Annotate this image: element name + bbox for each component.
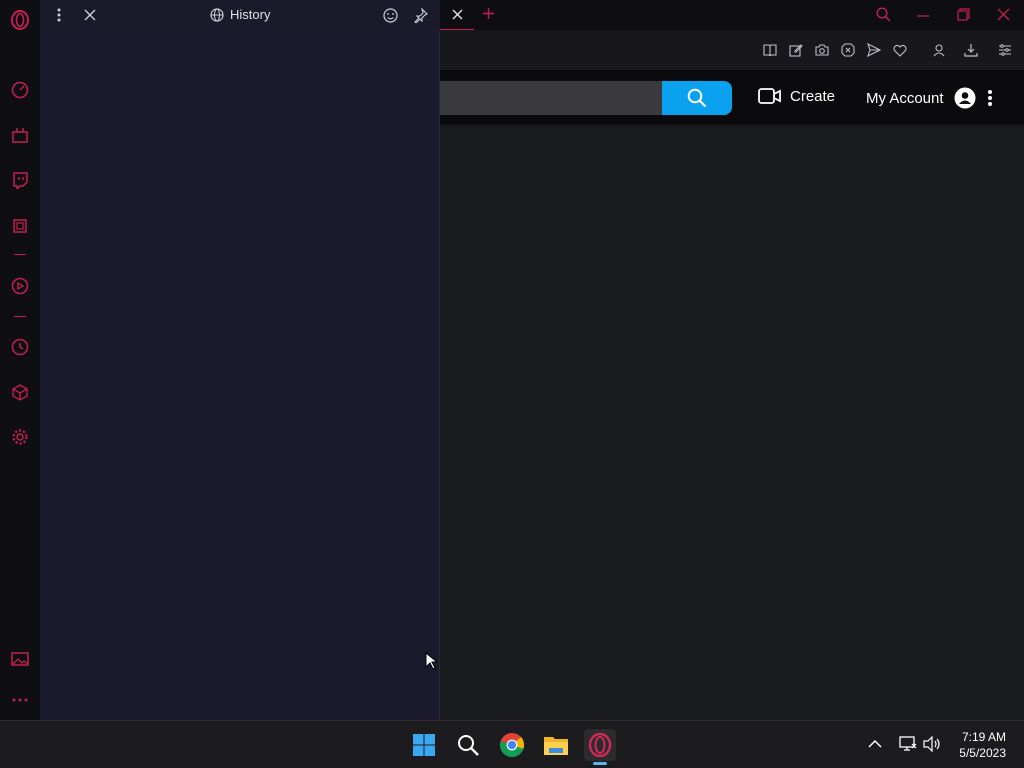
- taskbar-search-icon[interactable]: [452, 729, 484, 761]
- settings-gear-icon[interactable]: [9, 426, 31, 448]
- rail-divider: [14, 316, 26, 317]
- my-account-button[interactable]: My Account: [866, 87, 992, 109]
- download-icon[interactable]: [963, 42, 979, 58]
- chevron-up-icon[interactable]: [868, 739, 882, 748]
- file-explorer-icon[interactable]: [540, 729, 572, 761]
- profile-icon[interactable]: [931, 42, 947, 58]
- new-tab-plus-icon[interactable]: [482, 7, 495, 20]
- speed-dial-icon[interactable]: [9, 79, 31, 101]
- player-icon[interactable]: [9, 275, 31, 297]
- create-button[interactable]: Create: [758, 87, 835, 105]
- tab-bar: [440, 0, 1024, 30]
- wallpaper-icon[interactable]: [9, 648, 31, 670]
- reader-book-icon[interactable]: [762, 42, 778, 58]
- site-search-input[interactable]: [440, 81, 662, 115]
- video-camera-icon: [758, 87, 782, 105]
- network-icon[interactable]: [899, 736, 917, 752]
- opera-logo-icon[interactable]: [9, 9, 31, 31]
- active-app-indicator: [593, 762, 607, 765]
- tab-search-icon[interactable]: [876, 7, 891, 22]
- more-options-icon[interactable]: [9, 689, 31, 711]
- site-search-button[interactable]: [662, 81, 732, 115]
- opera-gx-taskbar-icon[interactable]: [584, 729, 616, 765]
- adblock-shield-icon[interactable]: [840, 42, 856, 58]
- gx-corner-icon[interactable]: [9, 124, 31, 146]
- globe-icon: [210, 7, 224, 22]
- twitch-icon[interactable]: [9, 169, 31, 191]
- windows-start-icon[interactable]: [408, 729, 440, 761]
- send-flow-icon[interactable]: [866, 42, 882, 58]
- heart-bookmark-icon[interactable]: [892, 42, 908, 58]
- my-account-label: My Account: [866, 89, 944, 107]
- rail-divider: [14, 254, 26, 255]
- clock-time: 7:19 AM: [961, 730, 1006, 744]
- sidebar-rail: [0, 0, 40, 720]
- emoji-icon[interactable]: [381, 6, 399, 24]
- edit-pencil-icon[interactable]: [788, 42, 804, 58]
- camera-snapshot-icon[interactable]: [814, 42, 830, 58]
- panel-title-text: History: [230, 7, 271, 22]
- tab-close-icon[interactable]: [452, 9, 463, 20]
- tab-active[interactable]: [440, 0, 474, 30]
- extensions-icon[interactable]: [9, 381, 31, 403]
- history-panel-header: History: [40, 0, 440, 30]
- user-avatar-icon: [954, 87, 976, 109]
- windows-taskbar: 7:19 AM 5/5/2023: [0, 720, 1024, 768]
- history-icon[interactable]: [9, 336, 31, 358]
- volume-icon[interactable]: [923, 736, 941, 752]
- minimize-icon[interactable]: [917, 14, 929, 18]
- browser-toolbar: [440, 30, 1024, 70]
- restore-window-icon[interactable]: [957, 8, 970, 21]
- panel-title: History: [210, 7, 270, 22]
- mouse-pointer-icon: [425, 652, 437, 670]
- account-more-kebab-icon[interactable]: [987, 89, 992, 107]
- panel-menu-kebab-icon[interactable]: [50, 6, 68, 24]
- easy-setup-menu-icon[interactable]: [997, 42, 1013, 58]
- page-content: [440, 127, 1024, 720]
- history-panel: History: [40, 0, 440, 720]
- pin-icon[interactable]: [411, 6, 429, 24]
- clock-date: 5/5/2023: [959, 746, 1006, 760]
- chrome-icon[interactable]: [496, 729, 528, 761]
- system-clock[interactable]: 7:19 AM 5/5/2023: [959, 729, 1006, 761]
- window-close-icon[interactable]: [997, 8, 1010, 21]
- site-header: Create My Account: [440, 70, 1024, 126]
- hardware-limiter-icon[interactable]: [9, 215, 31, 237]
- search-icon: [687, 88, 707, 108]
- create-label: Create: [790, 87, 836, 105]
- panel-close-icon[interactable]: [81, 6, 99, 24]
